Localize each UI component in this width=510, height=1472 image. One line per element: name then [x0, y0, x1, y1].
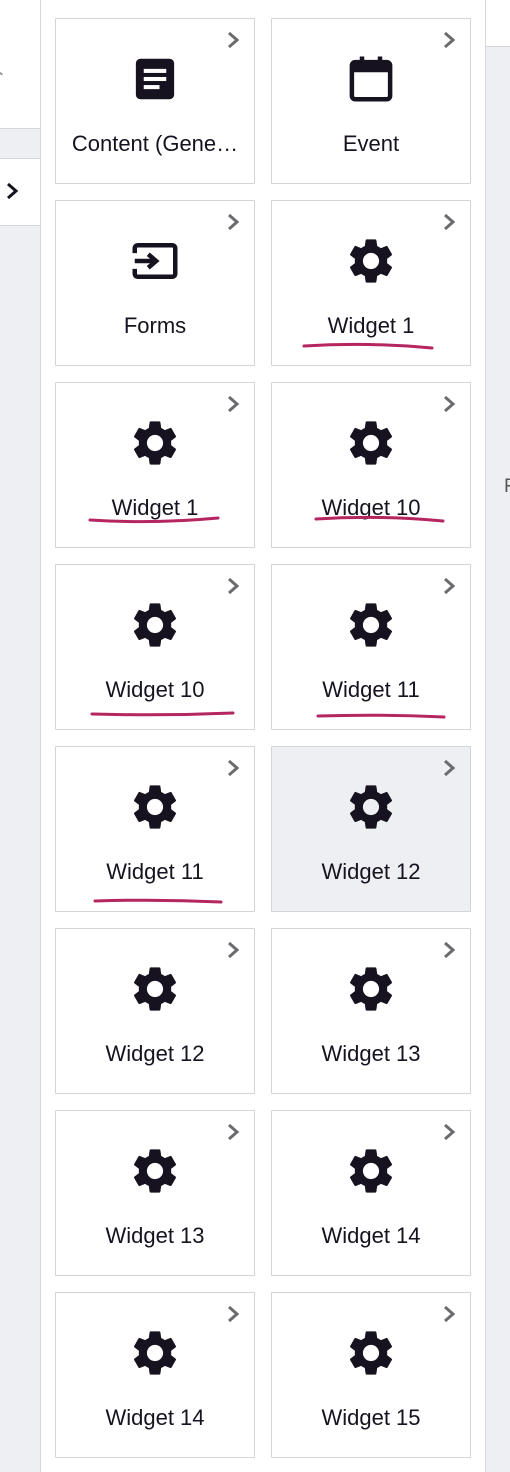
chevron-right-icon: [444, 759, 456, 777]
widget-tile-label: Widget 15: [321, 1405, 421, 1430]
widget-tile[interactable]: Widget 11: [55, 746, 255, 912]
expand-panel-button[interactable]: [0, 158, 40, 226]
chevron-right-icon: [444, 213, 456, 231]
widget-tile[interactable]: Widget 11: [271, 564, 471, 730]
gear-icon: [344, 962, 398, 1016]
widget-tile[interactable]: Widget 12: [271, 746, 471, 912]
chevron-right-icon: [228, 395, 240, 413]
gear-icon: [344, 598, 398, 652]
widget-tile-label: Widget 13: [321, 1041, 421, 1066]
widget-tile-label: Widget 12: [321, 859, 421, 884]
calendar-icon: [344, 52, 398, 106]
chevron-right-icon: [228, 1305, 240, 1323]
widget-tile[interactable]: Widget 12: [55, 928, 255, 1094]
widget-tile[interactable]: Event: [271, 18, 471, 184]
gear-icon: [344, 780, 398, 834]
chevron-right-icon: [444, 1305, 456, 1323]
gear-icon: [128, 1326, 182, 1380]
widget-tile[interactable]: Widget 14: [55, 1292, 255, 1458]
chevron-right-icon: [228, 577, 240, 595]
next-panel: F: [486, 0, 510, 1472]
chevron-right-icon: [228, 941, 240, 959]
widget-tile-label: Widget 11: [106, 859, 204, 884]
widget-tile-label: Widget 10: [321, 495, 421, 520]
widget-tile-label: Event: [342, 131, 400, 156]
chevron-right-icon: [7, 182, 19, 200]
chevron-right-icon: [444, 941, 456, 959]
chevron-right-icon: [444, 577, 456, 595]
widget-tile[interactable]: Widget 15: [271, 1292, 471, 1458]
gear-icon: [344, 416, 398, 470]
gear-icon: [128, 416, 182, 470]
previous-panel: [0, 0, 40, 1472]
widget-tile-label: Widget 12: [105, 1041, 205, 1066]
widget-tile-label: Widget 1: [327, 313, 415, 338]
chevron-right-icon: [444, 395, 456, 413]
chevron-right-icon: [444, 1123, 456, 1141]
gear-icon: [128, 780, 182, 834]
chevron-right-icon: [444, 31, 456, 49]
document-icon: [128, 52, 182, 106]
chevron-right-icon: [228, 31, 240, 49]
previous-panel-card: [0, 0, 40, 129]
widget-tile[interactable]: Widget 14: [271, 1110, 471, 1276]
widget-tile[interactable]: Widget 1: [271, 200, 471, 366]
widget-tile-label: Widget 11: [322, 677, 420, 702]
gear-icon: [128, 1144, 182, 1198]
next-panel-header: [486, 0, 510, 47]
chevron-right-icon: [228, 1123, 240, 1141]
next-panel-text: F: [504, 476, 510, 497]
widget-picker-panel: Content (Gene… Event Forms Widget 1 Widget 1…: [40, 0, 486, 1472]
gear-icon: [344, 1144, 398, 1198]
widget-tile-label: Widget 13: [105, 1223, 205, 1248]
widget-tile[interactable]: Widget 13: [271, 928, 471, 1094]
widget-tile-label: Content (Gene…: [71, 131, 239, 156]
widget-tile-label: Widget 10: [105, 677, 205, 702]
chevron-right-icon: [228, 213, 240, 231]
widget-tile-label: Forms: [123, 313, 187, 338]
widget-tile-label: Widget 14: [105, 1405, 205, 1430]
gear-icon: [344, 1326, 398, 1380]
widget-tile[interactable]: Content (Gene…: [55, 18, 255, 184]
input-form-icon: [128, 234, 182, 288]
widget-tile[interactable]: Widget 1: [55, 382, 255, 548]
gear-icon: [128, 962, 182, 1016]
widget-tile-label: Widget 1: [111, 495, 199, 520]
widget-tile[interactable]: Widget 10: [55, 564, 255, 730]
widget-tile[interactable]: Forms: [55, 200, 255, 366]
chevron-right-icon: [228, 759, 240, 777]
widget-tile[interactable]: Widget 10: [271, 382, 471, 548]
widget-tile-label: Widget 14: [321, 1223, 421, 1248]
widget-tile[interactable]: Widget 13: [55, 1110, 255, 1276]
gear-icon: [128, 598, 182, 652]
gear-icon: [344, 234, 398, 288]
